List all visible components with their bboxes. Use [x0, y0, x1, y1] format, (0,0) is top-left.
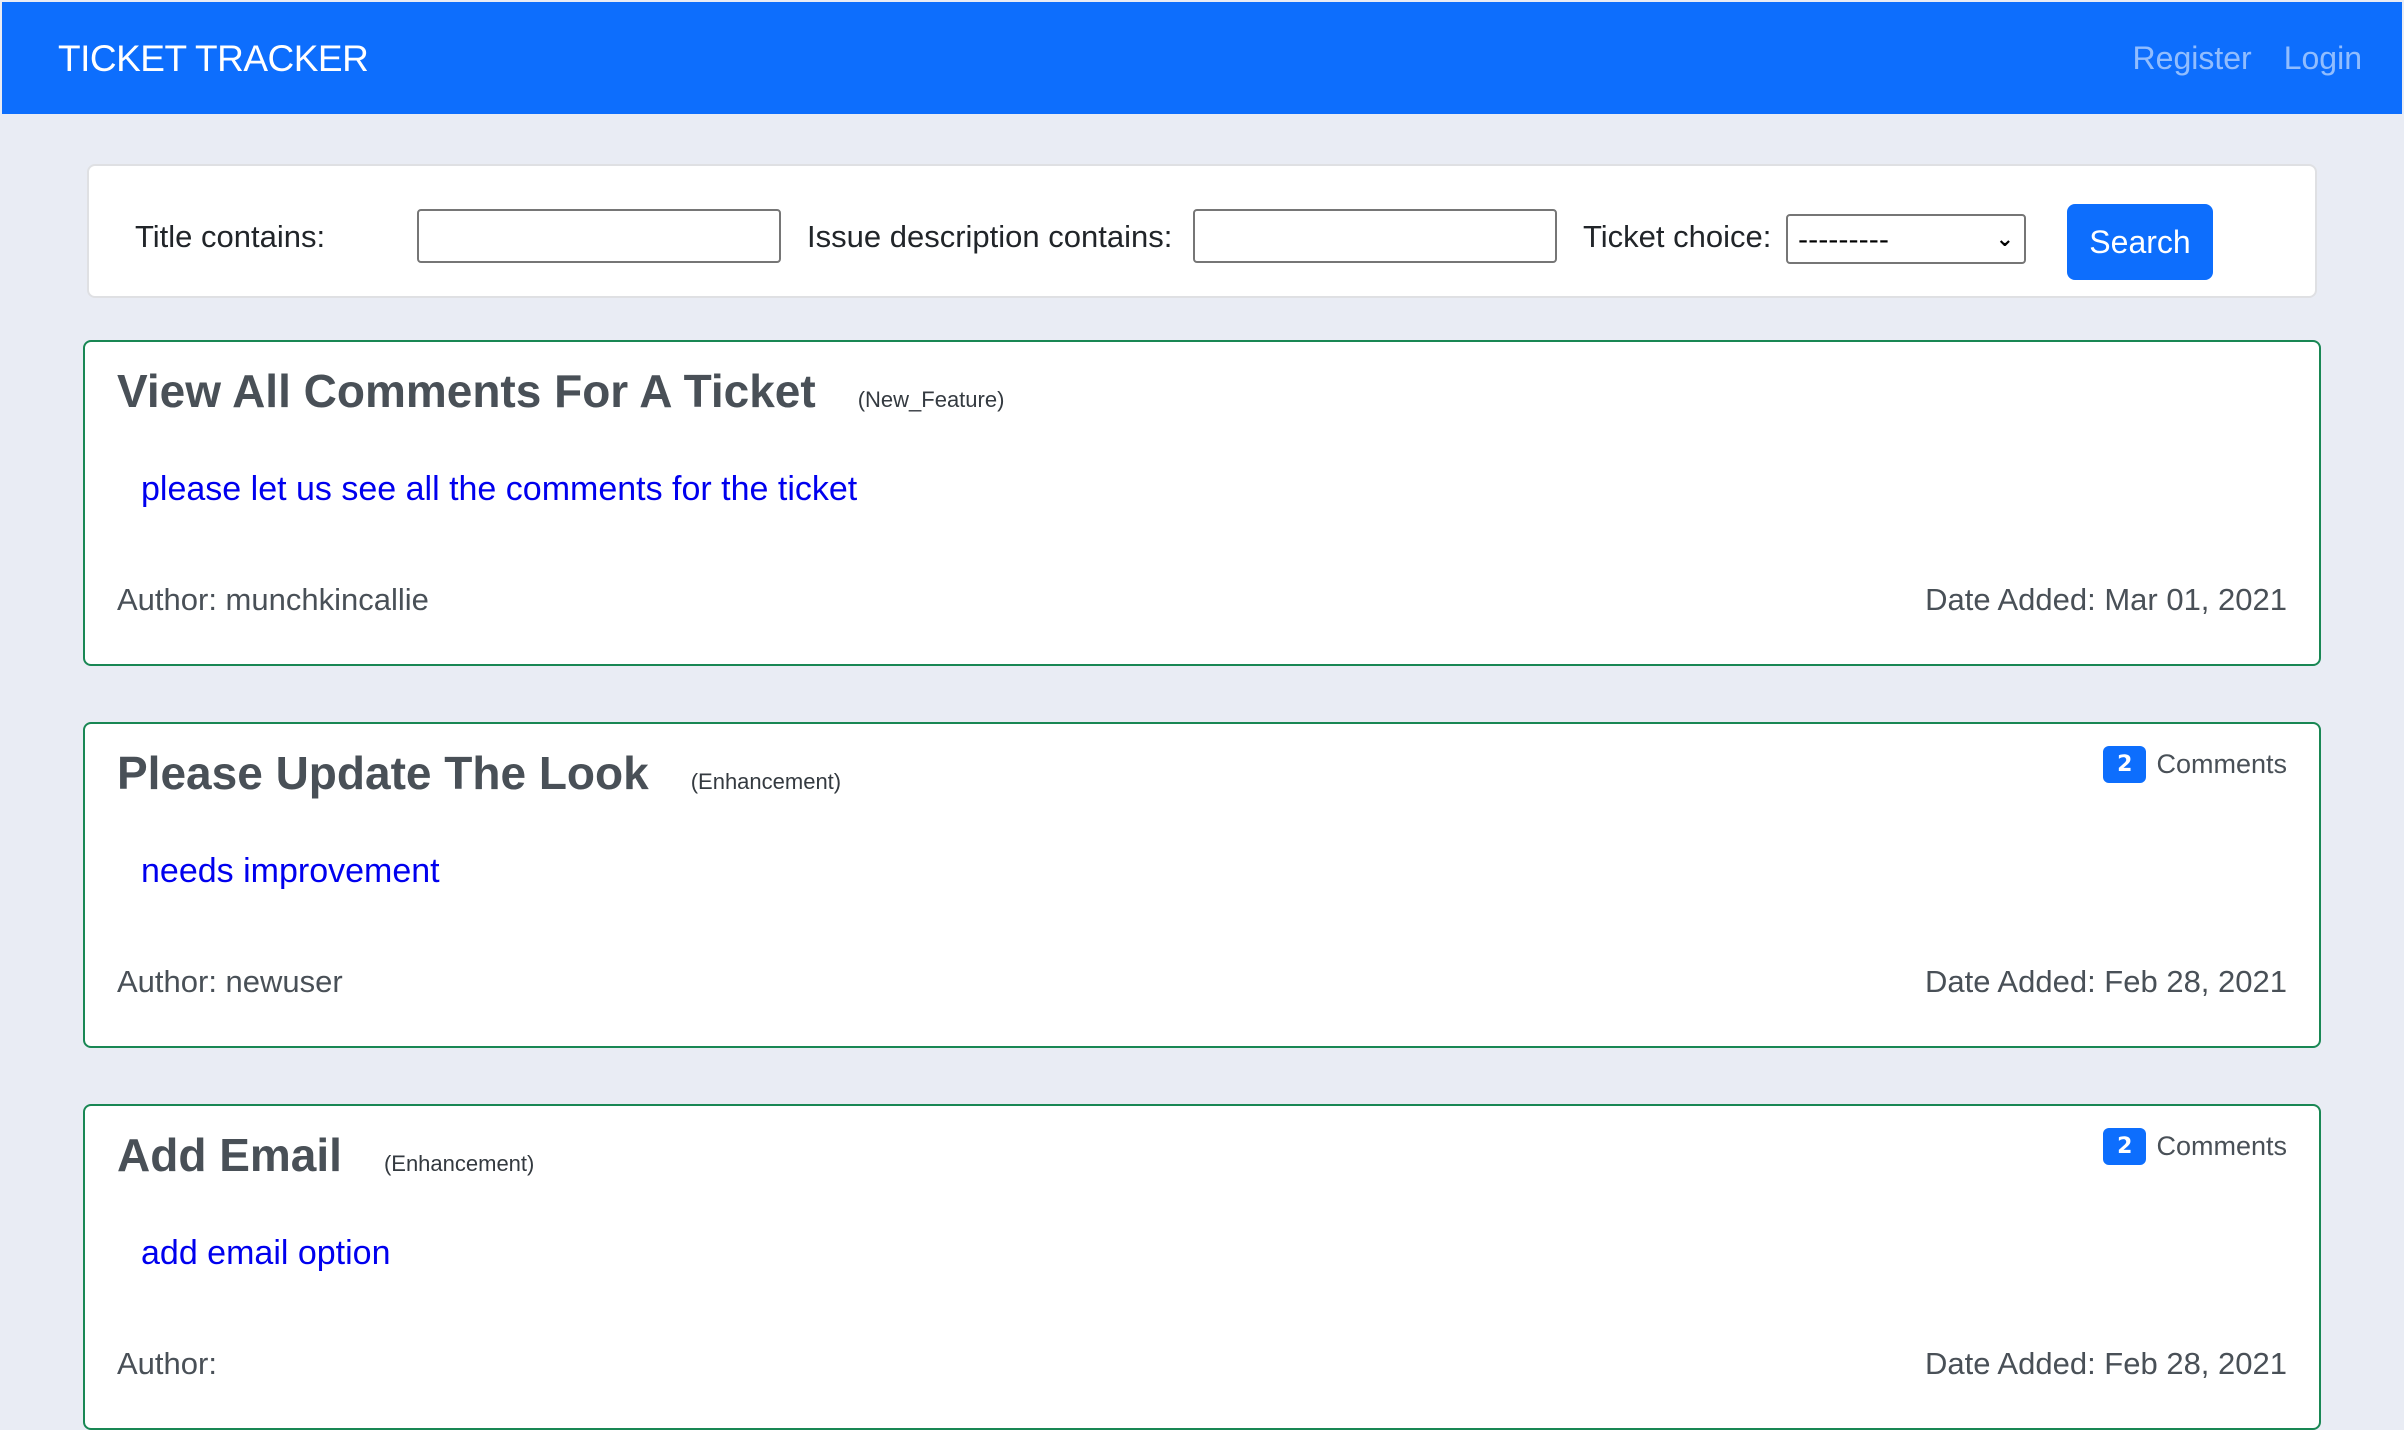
issue-filter-label: Issue description contains: — [807, 219, 1173, 254]
chevron-down-icon: ⌄ — [1995, 226, 2014, 252]
login-link[interactable]: Login — [2284, 40, 2362, 77]
ticket-type: (Enhancement) — [383, 1151, 535, 1176]
ticket-title[interactable]: Please Update The Look (Enhancement) — [117, 746, 841, 800]
ticket-card: View All Comments For A Ticket (New_Featu… — [83, 340, 2321, 666]
ticket-date: Date Added: Feb 28, 2021 — [1925, 964, 2287, 999]
ticket-author: Author: munchkincallie — [117, 582, 429, 617]
ticket-choice-value: --------- — [1798, 222, 1889, 256]
ticket-date: Date Added: Mar 01, 2021 — [1925, 582, 2287, 617]
brand-logo[interactable]: TICKET TRACKER — [58, 38, 369, 80]
comments-label: Comments — [2156, 1131, 2287, 1161]
ticket-title[interactable]: Add Email (Enhancement) — [117, 1128, 534, 1182]
ticket-author: Author: — [117, 1346, 217, 1381]
ticket-date: Date Added: Feb 28, 2021 — [1925, 1346, 2287, 1381]
search-button[interactable]: Search — [2067, 204, 2213, 280]
ticket-author: Author: newuser — [117, 964, 343, 999]
ticket-title-text: View All Comments For A Ticket — [117, 365, 816, 417]
title-filter-input[interactable] — [417, 209, 781, 263]
ticket-description-link[interactable]: needs improvement — [141, 852, 440, 891]
title-filter-label: Title contains: — [135, 219, 326, 254]
comments-link[interactable]: 2 Comments — [2103, 1128, 2287, 1165]
comment-count-badge: 2 — [2103, 1128, 2147, 1165]
nav-links: Register Login — [2133, 40, 2362, 77]
ticket-description-link[interactable]: add email option — [141, 1234, 391, 1273]
comments-link[interactable]: 2 Comments — [2103, 746, 2287, 783]
ticket-type: (Enhancement) — [690, 769, 842, 794]
comment-count-badge: 2 — [2103, 746, 2147, 783]
ticket-title[interactable]: View All Comments For A Ticket (New_Featu… — [117, 364, 1004, 418]
ticket-choice-select[interactable]: --------- ⌄ — [1786, 214, 2026, 264]
ticket-choice-label: Ticket choice: — [1583, 219, 1772, 254]
register-link[interactable]: Register — [2133, 40, 2252, 77]
ticket-card: Add Email (Enhancement) 2 Comments add em… — [83, 1104, 2321, 1430]
ticket-title-text: Add Email — [117, 1129, 342, 1181]
ticket-type: (New_Feature) — [857, 387, 1005, 412]
filter-form: Title contains: Issue description contai… — [87, 164, 2317, 298]
ticket-card: Please Update The Look (Enhancement) 2 Co… — [83, 722, 2321, 1048]
navbar: TICKET TRACKER Register Login — [2, 2, 2402, 114]
ticket-description-link[interactable]: please let us see all the comments for t… — [141, 470, 857, 509]
comments-label: Comments — [2156, 749, 2287, 779]
ticket-title-text: Please Update The Look — [117, 747, 649, 799]
issue-filter-input[interactable] — [1193, 209, 1557, 263]
